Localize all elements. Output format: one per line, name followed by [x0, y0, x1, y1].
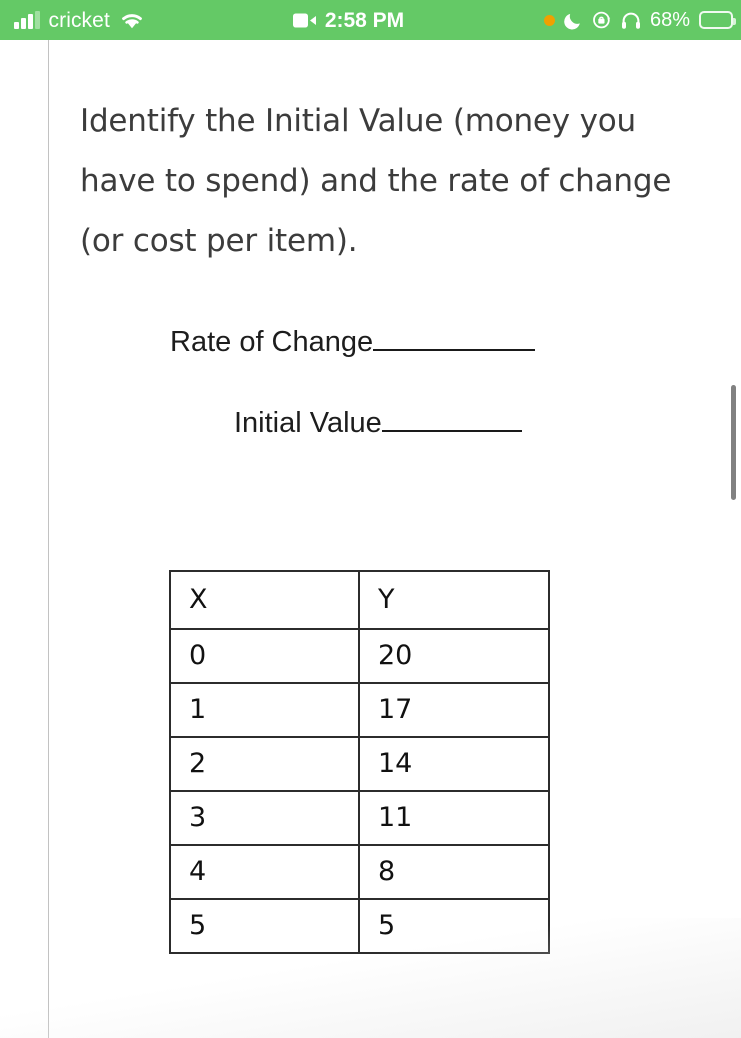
headphones-icon	[621, 11, 641, 30]
table-cell-x: 5	[169, 898, 360, 954]
status-bar: cricket 2:58 PM 68%	[0, 0, 741, 40]
xy-data-table: X Y 0 20 1 17 2 14 3 11 4 8 5 5	[169, 570, 550, 954]
signal-bars-icon	[14, 10, 40, 29]
question-prompt: Identify the Initial Value (money you ha…	[80, 103, 672, 259]
page-left-margin-rule	[48, 40, 49, 1038]
carrier-name: cricket	[48, 8, 110, 32]
video-camera-icon	[292, 12, 317, 29]
table-row: 2 14	[169, 736, 550, 792]
table-header-row: X Y	[169, 570, 550, 630]
rate-of-change-label: Rate of Change	[170, 326, 374, 358]
status-bar-right-group: 68%	[543, 9, 736, 31]
rate-of-change-blank-field[interactable]	[373, 336, 536, 351]
initial-value-blank-field[interactable]	[381, 417, 522, 432]
table-cell-x: 0	[169, 628, 360, 684]
table-row: 4 8	[169, 844, 550, 900]
table-row: 0 20	[169, 628, 550, 684]
table-header-x: X	[169, 570, 360, 630]
orange-recording-dot-icon	[543, 14, 555, 26]
battery-icon	[699, 11, 736, 29]
clock-time: 2:58 PM	[324, 8, 405, 32]
table-cell-y: 8	[358, 844, 550, 900]
battery-percent-label: 68%	[649, 9, 690, 31]
table-cell-y: 20	[358, 628, 550, 684]
table-cell-x: 3	[169, 790, 360, 846]
table-cell-x: 2	[169, 736, 360, 792]
table-row: 3 11	[169, 790, 550, 846]
table-row: 5 5	[169, 898, 550, 954]
initial-value-row: Initial Value	[234, 409, 598, 438]
vertical-scrollbar-thumb[interactable]	[731, 385, 736, 500]
table-cell-y: 14	[358, 736, 550, 792]
wifi-icon	[119, 10, 145, 30]
table-cell-y: 17	[358, 682, 550, 738]
crescent-moon-icon	[564, 11, 583, 30]
fill-in-blanks-block: Rate of Change Initial Value	[168, 328, 598, 438]
table-cell-y: 5	[358, 898, 550, 954]
table-cell-x: 4	[169, 844, 360, 900]
table-cell-x: 1	[169, 682, 360, 738]
table-row: 1 17	[169, 682, 550, 738]
rotation-lock-icon	[592, 10, 612, 30]
vertical-scrollbar[interactable]	[731, 385, 736, 500]
table-header-y: Y	[358, 570, 550, 630]
initial-value-label: Initial Value	[234, 407, 382, 439]
status-bar-left-group: cricket	[14, 10, 145, 31]
rate-of-change-row: Rate of Change	[170, 328, 598, 357]
table-cell-y: 11	[358, 790, 550, 846]
